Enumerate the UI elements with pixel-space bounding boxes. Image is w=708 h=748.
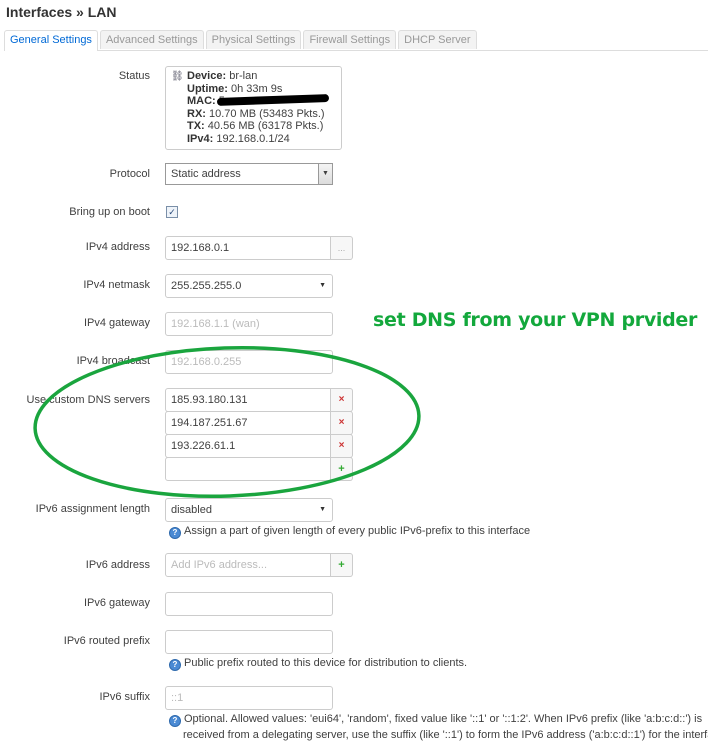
- protocol-label: Protocol: [109, 168, 150, 180]
- add-icon[interactable]: +: [331, 553, 353, 577]
- page-title: Interfaces » LAN: [6, 4, 117, 20]
- help-icon: ?: [169, 527, 181, 539]
- ipv4-address-input[interactable]: 192.168.0.1: [165, 236, 331, 260]
- status-label: Status: [118, 70, 150, 82]
- ipv4-gateway-input[interactable]: 192.168.1.1 (wan): [165, 312, 333, 336]
- help-icon: ?: [169, 715, 181, 727]
- ipv4-netmask-select[interactable]: 255.255.255.0 ▼: [165, 274, 333, 298]
- ipv6-prefix-label: IPv6 routed prefix: [63, 635, 150, 647]
- ipv4-netmask-label: IPv4 netmask: [83, 279, 150, 291]
- hint-text: Optional. Allowed values: 'eui64', 'rand…: [184, 713, 703, 725]
- ipv4-netmask-value: 255.255.255.0: [171, 280, 242, 292]
- annotation-text: set DNS from your VPN prvider: [373, 309, 698, 331]
- protocol-value: Static address: [171, 168, 241, 180]
- rx-key: RX:: [187, 107, 206, 120]
- ipv6-assign-select[interactable]: disabled ▼: [165, 498, 333, 522]
- rx-value: 10.70 MB (53483 Pkts.): [209, 107, 325, 120]
- dns-server-input[interactable]: 185.93.180.131: [165, 388, 331, 412]
- ipv6-prefix-input[interactable]: [165, 630, 333, 654]
- tab-bar: General Settings Advanced Settings Physi…: [4, 30, 708, 51]
- bring-up-checkbox[interactable]: ✓: [166, 206, 178, 218]
- ipv6-suffix-hint: ? Optional. Allowed values: 'eui64', 'ran…: [169, 711, 708, 743]
- tab-firewall-settings[interactable]: Firewall Settings: [303, 30, 397, 49]
- ipv6-assign-hint: ? Assign a part of given length of every …: [169, 523, 530, 539]
- dns-label: Use custom DNS servers: [26, 394, 150, 406]
- ipv6-suffix-input[interactable]: ::1: [165, 686, 333, 710]
- ipv4-broadcast-label: IPv4 broadcast: [76, 355, 150, 367]
- protocol-select[interactable]: Static address ▼: [165, 163, 333, 185]
- remove-icon[interactable]: ×: [331, 388, 353, 412]
- bring-up-label: Bring up on boot: [69, 206, 150, 218]
- tab-general-settings[interactable]: General Settings: [4, 30, 98, 51]
- help-icon: ?: [169, 659, 181, 671]
- tab-dhcp-server[interactable]: DHCP Server: [398, 30, 477, 49]
- device-value: br-lan: [229, 70, 258, 82]
- tab-advanced-settings[interactable]: Advanced Settings: [99, 30, 204, 49]
- uptime-key: Uptime:: [187, 82, 228, 95]
- remove-icon[interactable]: ×: [331, 434, 353, 458]
- hint-text: Public prefix routed to this device for …: [184, 657, 468, 669]
- ipv6-gateway-label: IPv6 gateway: [83, 597, 150, 609]
- ipv6-suffix-label: IPv6 suffix: [99, 691, 150, 703]
- dns-server-input[interactable]: 194.187.251.67: [165, 411, 331, 435]
- dns-entry: 193.226.61.1 ×: [165, 434, 353, 458]
- dns-entry-new: +: [165, 457, 353, 481]
- dns-server-new-input[interactable]: [165, 457, 331, 481]
- tx-value: 40.56 MB (63178 Pkts.): [207, 120, 324, 132]
- add-icon[interactable]: +: [331, 457, 353, 481]
- ipv4-gateway-label: IPv4 gateway: [83, 317, 150, 329]
- ipv6-address-label: IPv6 address: [85, 559, 150, 571]
- ipv4-key: IPv4:: [187, 132, 214, 145]
- tx-key: TX:: [187, 120, 205, 132]
- mac-key: MAC:: [187, 95, 216, 107]
- hint-text: Assign a part of given length of every p…: [184, 525, 531, 537]
- dns-entry: 185.93.180.131 ×: [165, 388, 353, 412]
- ipv6-gateway-input[interactable]: [165, 592, 333, 616]
- chevron-down-icon: ▼: [319, 282, 326, 289]
- ipv6-assign-label: IPv6 assignment length: [35, 503, 150, 515]
- hint-text-line2: received from a delegating server, use t…: [183, 729, 708, 741]
- chevron-down-icon: ▼: [319, 506, 326, 513]
- device-key: Device:: [187, 70, 227, 82]
- dns-server-input[interactable]: 193.226.61.1: [165, 434, 331, 458]
- more-options-button[interactable]: ...: [331, 236, 353, 260]
- tab-physical-settings[interactable]: Physical Settings: [205, 30, 302, 49]
- ipv4-value: 192.168.0.1/24: [216, 132, 290, 145]
- ipv6-assign-value: disabled: [171, 504, 212, 516]
- ipv4-address-label: IPv4 address: [85, 241, 150, 253]
- uptime-value: 0h 33m 9s: [231, 82, 283, 95]
- ipv6-address-input[interactable]: Add IPv6 address...: [165, 553, 331, 577]
- ipv6-prefix-hint: ? Public prefix routed to this device for…: [169, 655, 467, 671]
- ipv4-broadcast-input[interactable]: 192.168.0.255: [165, 350, 333, 374]
- network-device-icon: ⛓: [171, 71, 184, 82]
- dns-entry: 194.187.251.67 ×: [165, 411, 353, 435]
- status-box: ⛓ Device: br-lan Uptime: 0h 33m 9s MAC: …: [165, 66, 342, 150]
- chevron-down-icon[interactable]: ▼: [318, 164, 332, 184]
- remove-icon[interactable]: ×: [331, 411, 353, 435]
